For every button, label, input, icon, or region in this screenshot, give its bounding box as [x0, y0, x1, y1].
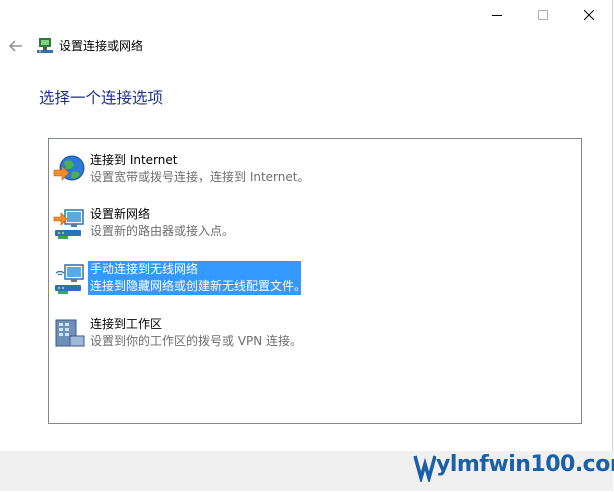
page-heading: 选择一个连接选项 [39, 89, 164, 107]
option-text: 设置新网络 设置新的路由器或接入点。 [88, 206, 236, 240]
back-button[interactable] [7, 38, 25, 54]
close-icon [584, 10, 594, 20]
wireless-network-icon [52, 261, 88, 297]
option-text: 手动连接到无线网络 连接到隐藏网络或创建新无线配置文件。 [88, 261, 307, 295]
watermark-logo-icon [413, 455, 436, 482]
minimize-icon [492, 15, 502, 16]
option-text: 连接到工作区 设置到你的工作区的拨号或 VPN 连接。 [88, 316, 304, 350]
option-text: 连接到 Internet 设置宽带或拨号连接，连接到 Internet。 [88, 152, 311, 186]
option-description: 连接到隐藏网络或创建新无线配置文件。 [90, 279, 307, 293]
new-network-icon [52, 206, 88, 242]
option-title: 手动连接到无线网络 [90, 262, 199, 276]
minimize-button[interactable] [474, 0, 520, 30]
watermark: ylmfwin100.com [412, 446, 614, 490]
back-arrow-icon [9, 40, 22, 52]
close-button[interactable] [566, 0, 612, 30]
globe-internet-icon [52, 152, 88, 188]
option-description: 设置新的路由器或接入点。 [90, 224, 235, 238]
workplace-icon [52, 316, 88, 352]
network-setup-icon [36, 37, 54, 55]
watermark-text: ylmfwin100.com [436, 452, 614, 477]
maximize-icon [538, 10, 548, 20]
option-description: 设置宽带或拨号连接，连接到 Internet。 [90, 170, 310, 184]
option-title: 设置新网络 [90, 207, 151, 221]
maximize-button[interactable] [520, 0, 566, 30]
window-title: 设置连接或网络 [59, 39, 144, 53]
dialog-window: 设置连接或网络 选择一个连接选项 连接到 Internet 设置宽带或拨号连接，… [0, 0, 614, 491]
option-title: 连接到 Internet [90, 153, 178, 167]
option-title: 连接到工作区 [90, 317, 163, 331]
option-description: 设置到你的工作区的拨号或 VPN 连接。 [90, 334, 303, 348]
